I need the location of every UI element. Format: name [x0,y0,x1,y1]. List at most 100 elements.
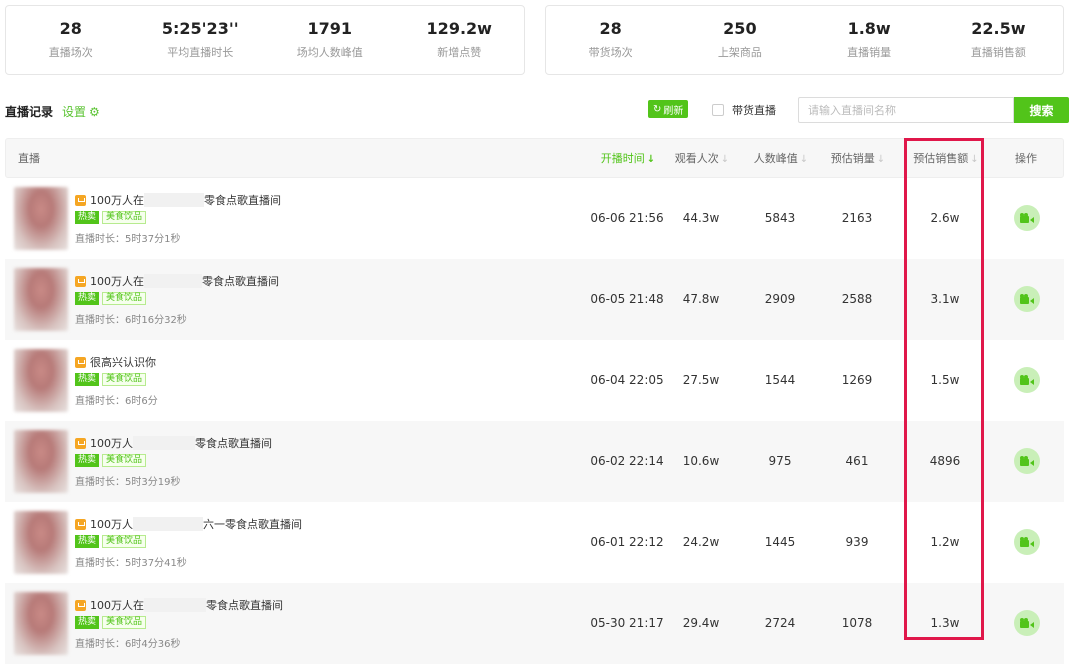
live-room-search-input[interactable] [798,97,1014,123]
hot-tag: 热卖 [75,211,100,224]
live-cover-image[interactable] [14,349,68,412]
est-revenue: 4896 [929,454,961,468]
category-tag: 美食饮品 [102,454,147,467]
live-title[interactable]: 100万人 零食点歌直播间 [75,435,272,451]
live-stats-card: 28 直播场次 5:25'23'' 平均直播时长 1791 场均人数峰值 129… [5,5,525,75]
settings-link[interactable]: 设置 ⚙ [62,103,100,120]
table-row[interactable]: 100万人 零食点歌直播间 热卖 美食饮品 直播时长：5时3分19秒 06-02 2… [5,421,1064,502]
col-action: 操作 [1015,152,1037,165]
col-peak[interactable]: 人数峰值 ↓ [744,139,818,179]
table-row[interactable]: 100万人在 零食点歌直播间 热卖 美食饮品 直播时长：5时37分1秒 06-06 … [5,178,1064,259]
col-est-revenue[interactable]: 预估销售额 ↓ [906,139,986,179]
viewers: 24.2w [682,535,720,549]
redacted-block [144,274,202,288]
redacted-block [144,193,204,207]
ticket-icon [75,356,86,368]
stat-label: 新增点赞 [437,46,482,59]
stat-value: 28 [599,19,622,38]
title-part: 很高兴认识你 [90,356,156,369]
stat-live-revenue: 22.5w 直播销售额 [934,6,1063,74]
live-title[interactable]: 100万人在 零食点歌直播间 [75,273,279,289]
table-row[interactable]: 100万人在 零食点歌直播间 热卖 美食饮品 直播时长：6时16分32秒 06-05… [5,259,1064,340]
est-revenue: 2.6w [930,211,960,225]
video-camera-button[interactable] [1014,448,1040,474]
selling-live-filter: 带货直播 [712,102,776,118]
live-cover-image[interactable] [14,592,68,655]
title-part: 零食点歌直播间 [202,275,279,288]
ticket-icon [75,275,86,287]
video-camera-button[interactable] [1014,529,1040,555]
peak-viewers: 1445 [764,535,796,549]
stat-sales-sessions: 28 带货场次 [546,6,675,74]
col-viewers[interactable]: 观看人次 ↓ [668,139,736,179]
category-tag: 美食饮品 [102,211,147,224]
col-label: 人数峰值 [753,152,798,165]
sales-stats-card: 28 带货场次 250 上架商品 1.8w 直播销量 22.5w 直播销售额 [545,5,1064,75]
stat-label: 带货场次 [588,46,633,59]
live-cover-image[interactable] [14,268,68,331]
tag-group: 热卖 美食饮品 [75,616,147,629]
viewers: 10.6w [682,454,720,468]
live-title[interactable]: 100万人在 零食点歌直播间 [75,192,281,208]
refresh-icon: ↻ [653,103,662,115]
refresh-button[interactable]: ↻ 刷新 [648,100,689,118]
col-est-sales[interactable]: 预估销量 ↓ [823,139,893,179]
live-duration: 直播时长：6时6分 [75,396,158,407]
stat-label: 平均直播时长 [167,46,234,59]
live-duration: 直播时长：6时16分32秒 [75,315,187,326]
stat-label: 上架商品 [717,46,762,59]
stat-label: 直播销量 [847,46,892,59]
hot-tag: 热卖 [75,535,100,548]
tag-group: 热卖 美食饮品 [75,292,147,305]
col-start-time[interactable]: 开播时间 ↓ [588,139,668,179]
gear-icon: ⚙ [89,104,100,119]
title-part: 六一零食点歌直播间 [203,518,302,531]
peak-viewers: 1544 [764,373,796,387]
search-button[interactable]: 搜索 [1014,97,1069,123]
table-row[interactable]: 100万人在 零食点歌直播间 热卖 美食饮品 直播时长：6时4分36秒 05-30 … [5,583,1064,664]
table-row[interactable]: 很高兴认识你 热卖 美食饮品 直播时长：6时6分 06-04 22:05 27.5… [5,340,1064,421]
video-camera-icon [1020,294,1034,304]
live-duration: 直播时长：6时4分36秒 [75,639,181,650]
stat-label: 场均人数峰值 [296,46,363,59]
title-part: 100万人在 [90,599,144,612]
live-cover-image[interactable] [14,187,68,250]
stat-value: 28 [59,19,82,38]
video-camera-icon [1020,456,1034,466]
tag-group: 热卖 美食饮品 [75,454,147,467]
video-camera-icon [1020,375,1034,385]
est-revenue: 1.2w [930,535,960,549]
stat-value: 5:25'23'' [161,19,239,38]
video-camera-button[interactable] [1014,610,1040,636]
video-camera-button[interactable] [1014,367,1040,393]
peak-viewers: 5843 [764,211,796,225]
est-sales: 2163 [841,211,873,225]
viewers: 29.4w [682,616,720,630]
sort-arrow-icon: ↓ [646,154,656,165]
title-part: 零食点歌直播间 [195,437,272,450]
start-time: 06-04 22:05 [590,373,664,387]
live-cover-image[interactable] [14,430,68,493]
title-part: 零食点歌直播间 [204,194,281,207]
table-row[interactable]: 100万人 六一零食点歌直播间 热卖 美食饮品 直播时长：5时37分41秒 06-0… [5,502,1064,583]
title-part: 100万人在 [90,194,144,207]
stat-avg-duration: 5:25'23'' 平均直播时长 [136,6,266,74]
viewers: 44.3w [682,211,720,225]
ticket-icon [75,194,86,206]
live-title[interactable]: 100万人 六一零食点歌直播间 [75,516,302,532]
stat-value: 250 [723,19,757,38]
col-label: 观看人次 [674,152,719,165]
col-live: 直播 [18,152,40,165]
stat-live-sales-volume: 1.8w 直播销量 [805,6,934,74]
video-camera-button[interactable] [1014,286,1040,312]
records-toolbar: 直播记录 设置 ⚙ ↻ 刷新 带货直播 搜索 [5,97,1069,123]
selling-live-checkbox[interactable] [712,104,724,116]
est-sales: 1078 [841,616,873,630]
live-cover-image[interactable] [14,511,68,574]
video-camera-button[interactable] [1014,205,1040,231]
settings-label: 设置 [62,105,87,119]
stat-new-likes: 129.2w 新增点赞 [395,6,525,74]
live-title[interactable]: 很高兴认识你 [75,354,156,370]
peak-viewers: 2724 [764,616,796,630]
live-title[interactable]: 100万人在 零食点歌直播间 [75,597,283,613]
